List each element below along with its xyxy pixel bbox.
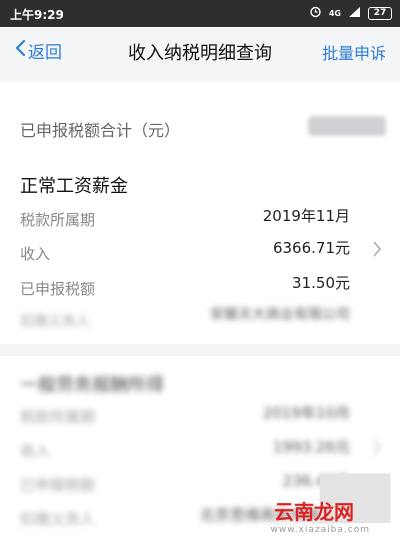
watermark-text-b: 龙网 [314, 500, 354, 524]
record-title: 正常工资薪金 [20, 176, 128, 197]
chevron-right-icon [372, 240, 382, 262]
income-value: 1993.26元 [272, 438, 350, 456]
tax-label: 已申报税额 [20, 476, 96, 494]
signal-icon [348, 6, 361, 21]
tax-record-1[interactable]: 正常工资薪金 税款所属期 2019年11月 收入 6366.71元 已申报税额 … [0, 82, 400, 344]
period-label: 税款所属期 [20, 211, 96, 229]
period-label: 税款所属期 [20, 408, 96, 426]
site-watermark: ▇▇ 云南龙网 www.xiazaiba.com [257, 467, 392, 535]
tax-label: 已申报税额 [20, 280, 96, 298]
watermark-url: www.xiazaiba.com [270, 525, 370, 535]
income-label: 收入 [20, 245, 51, 263]
alarm-icon [309, 5, 322, 21]
status-bar: 上午9:29 4G 27 [0, 0, 400, 27]
batch-appeal-button[interactable]: 批量申诉 [322, 40, 386, 64]
chevron-right-icon [372, 438, 382, 460]
nav-bar: 返回 收入纳税明细查询 批量申诉 [0, 27, 400, 75]
record-title: 一般劳务报酬所得 [20, 375, 164, 396]
watermark-text-a: 云南 [274, 500, 314, 524]
status-icons: 4G 27 [309, 5, 392, 21]
income-label: 收入 [20, 442, 51, 460]
period-value: 2019年10月 [262, 404, 350, 422]
payer-value: 安徽天大商业有限公司 [210, 307, 350, 323]
tax-value: 31.50元 [292, 274, 350, 292]
period-value: 2019年11月 [262, 207, 350, 225]
network-icon: 4G [329, 9, 341, 18]
network-label: 4G [328, 8, 341, 18]
payer-label: 扣缴义务人 [20, 510, 96, 528]
payer-label: 扣缴义务人 [20, 314, 90, 330]
battery-level: 27 [373, 7, 387, 18]
watermark-logo: 云南龙网 [274, 496, 354, 525]
status-time: 上午9:29 [10, 8, 64, 22]
battery-icon: 27 [368, 6, 392, 20]
income-value: 6366.71元 [272, 239, 350, 257]
